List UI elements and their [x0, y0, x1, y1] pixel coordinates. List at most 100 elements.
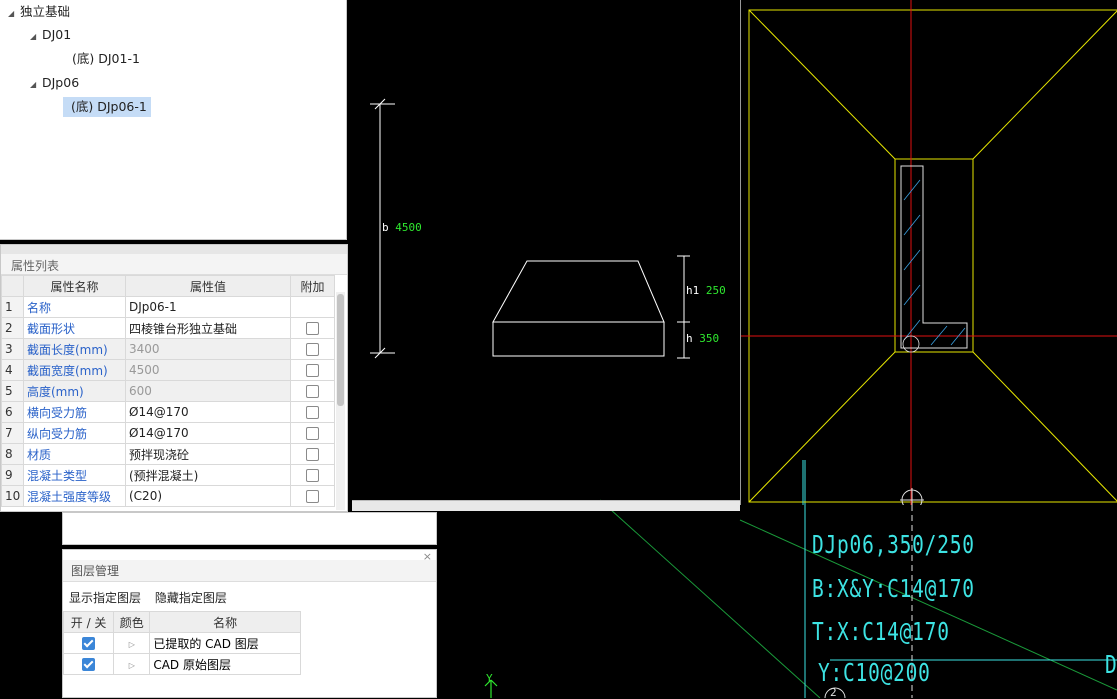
dim-h-value: 350: [699, 332, 720, 345]
table-row[interactable]: ▷ 已提取的 CAD 图层: [62, 632, 301, 654]
axis-number-label: 2: [830, 686, 837, 699]
extra-checkbox[interactable]: [306, 364, 319, 377]
layer-toggle-cell: [62, 632, 115, 654]
table-row[interactable]: 9 混凝土类型 (预拌混凝土): [1, 464, 335, 486]
cad-text-top-x-rebar: T:X:C14@170: [812, 617, 950, 646]
tree-root-node[interactable]: ◢ 独立基础: [8, 2, 70, 22]
property-value[interactable]: 3400: [125, 338, 291, 360]
row-index: 9: [1, 464, 24, 486]
collapse-icon[interactable]: ◢: [30, 27, 42, 47]
column-header-color: 颜色: [113, 611, 151, 633]
layer-color-cell: ▷: [113, 632, 151, 654]
hide-layer-button[interactable]: 隐藏指定图层: [155, 591, 227, 605]
column-header-toggle: 开 / 关: [62, 611, 115, 633]
extra-cell: [290, 296, 335, 318]
property-name: 材质: [23, 443, 126, 465]
extra-checkbox[interactable]: [306, 322, 319, 335]
row-index: 3: [1, 338, 24, 360]
column-header-layer-name: 名称: [149, 611, 301, 633]
table-row[interactable]: 7 纵向受力筋 Ø14@170: [1, 422, 335, 444]
extra-checkbox[interactable]: [306, 448, 319, 461]
column-header-value: 属性值: [125, 275, 291, 297]
column-header-index: [1, 275, 24, 297]
cad-text-top-y-rebar: Y:C10@200: [818, 658, 931, 687]
expand-icon[interactable]: ▷: [129, 640, 135, 649]
section-window-statusbar: [352, 500, 740, 511]
property-name: 高度(mm): [23, 380, 126, 402]
extra-cell: [290, 380, 335, 402]
dim-h-tag: h: [686, 332, 693, 345]
extra-checkbox[interactable]: [306, 343, 319, 356]
cad-text-bottom-rebar: B:X&Y:C14@170: [812, 574, 975, 603]
collapse-icon[interactable]: ◢: [8, 4, 20, 24]
collapse-icon[interactable]: ◢: [30, 75, 42, 95]
property-value[interactable]: (预拌混凝土): [125, 464, 291, 486]
property-name: 横向受力筋: [23, 401, 126, 423]
property-list-title: 属性列表: [1, 245, 347, 275]
table-row[interactable]: ▷ CAD 原始图层: [62, 653, 301, 675]
property-value[interactable]: Ø14@170: [125, 401, 291, 423]
extra-checkbox[interactable]: [306, 385, 319, 398]
row-index: 6: [1, 401, 24, 423]
extra-cell: [290, 317, 335, 339]
cad-text-edge: D: [1105, 650, 1117, 679]
extra-checkbox[interactable]: [306, 490, 319, 503]
row-index: 1: [1, 296, 24, 318]
property-value[interactable]: 预拌现浇砼: [125, 443, 291, 465]
extra-cell: [290, 464, 335, 486]
dim-h1-value: 250: [705, 284, 726, 297]
extra-checkbox[interactable]: [306, 469, 319, 482]
table-header-row: 开 / 关 颜色 名称: [62, 611, 301, 633]
table-row[interactable]: 10 混凝土强度等级 (C20): [1, 485, 335, 507]
property-name: 混凝土类型: [23, 464, 126, 486]
layer-name: CAD 原始图层: [149, 653, 301, 675]
expand-icon[interactable]: ▷: [129, 661, 135, 670]
property-value[interactable]: 600: [125, 380, 291, 402]
tree-leaf-djp06-1[interactable]: (底) DJp06-1: [63, 97, 151, 117]
tree-node-dj01[interactable]: ◢ DJ01: [30, 25, 71, 45]
column-header-extra: 附加: [290, 275, 335, 297]
layer-actions: 显示指定图层 隐藏指定图层: [69, 589, 237, 606]
dim-h1-tag: h1: [686, 284, 700, 297]
scrollbar-thumb[interactable]: [337, 294, 344, 406]
column-header-name: 属性名称: [23, 275, 126, 297]
plan-drawing-window[interactable]: [740, 0, 1117, 505]
property-scrollbar[interactable]: [336, 292, 345, 510]
cad-text-label: DJp06,350/250: [812, 530, 975, 559]
row-index: 5: [1, 380, 24, 402]
show-layer-button[interactable]: 显示指定图层: [69, 591, 141, 605]
property-list-panel: 属性列表 属性名称 属性值 附加 1 名称 DJp06-1 2 截面形状 四棱锥台形独立基…: [0, 244, 348, 512]
table-row[interactable]: 6 横向受力筋 Ø14@170: [1, 401, 335, 423]
tree-node-djp06[interactable]: ◢ DJp06: [30, 73, 79, 93]
property-value[interactable]: DJp06-1: [125, 296, 291, 318]
property-name: 截面长度(mm): [23, 338, 126, 360]
property-value[interactable]: Ø14@170: [125, 422, 291, 444]
property-name: 截面形状: [23, 317, 126, 339]
blank-panel: [62, 512, 437, 545]
section-drawing-window[interactable]: b 4500 h1 250 h 350: [352, 0, 740, 511]
table-row[interactable]: 3 截面长度(mm) 3400: [1, 338, 335, 360]
property-table: 属性名称 属性值 附加 1 名称 DJp06-1 2 截面形状 四棱锥台形独立基础 3 截面长…: [1, 275, 335, 507]
table-row[interactable]: 1 名称 DJp06-1: [1, 296, 335, 318]
property-value[interactable]: 4500: [125, 359, 291, 381]
component-tree-panel: ◢ 独立基础 ◢ DJ01 (底) DJ01-1 ◢ DJp06 (底) DJp06-…: [0, 0, 347, 240]
extra-cell: [290, 338, 335, 360]
layer-toggle-checkbox[interactable]: [82, 658, 96, 671]
row-index: 2: [1, 317, 24, 339]
layer-panel-title: 图层管理: [63, 560, 436, 582]
extra-cell: [290, 485, 335, 507]
table-row[interactable]: 5 高度(mm) 600: [1, 380, 335, 402]
property-value[interactable]: 四棱锥台形独立基础: [125, 317, 291, 339]
table-row[interactable]: 8 材质 预拌现浇砼: [1, 443, 335, 465]
tree-leaf-dj01-1[interactable]: (底) DJ01-1: [72, 49, 140, 69]
table-row[interactable]: 2 截面形状 四棱锥台形独立基础: [1, 317, 335, 339]
property-name: 混凝土强度等级: [23, 485, 126, 507]
extra-checkbox[interactable]: [306, 427, 319, 440]
plan-drawing: [741, 0, 1117, 505]
extra-checkbox[interactable]: [306, 406, 319, 419]
table-row[interactable]: 4 截面宽度(mm) 4500: [1, 359, 335, 381]
layer-management-panel: × 图层管理 显示指定图层 隐藏指定图层 开 / 关 颜色 名称 ▷ 已提取的 C…: [62, 549, 437, 698]
layer-toggle-checkbox[interactable]: [82, 637, 96, 650]
row-index: 4: [1, 359, 24, 381]
property-value[interactable]: (C20): [125, 485, 291, 507]
